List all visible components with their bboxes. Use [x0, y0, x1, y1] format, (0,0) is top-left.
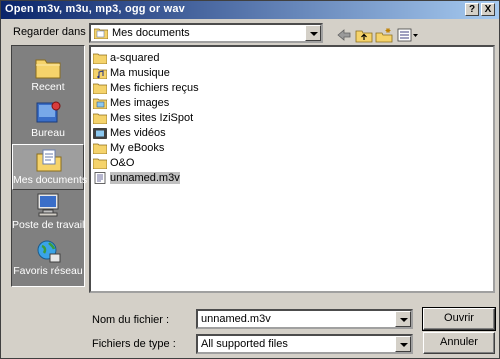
list-item[interactable]: a-squared	[92, 51, 160, 65]
place-label: Mes documents	[13, 174, 88, 186]
file-name: O&O	[110, 157, 135, 169]
my-documents-icon	[35, 147, 63, 173]
folder-icon	[92, 52, 108, 65]
file-name: Ma musique	[110, 67, 170, 79]
list-item[interactable]: Mes vidéos	[93, 126, 166, 140]
list-item[interactable]: My eBooks	[92, 141, 165, 155]
new-folder-icon[interactable]	[375, 27, 393, 43]
place-label: Favoris réseau	[13, 265, 83, 277]
window-title: Open m3v, m3u, mp3, ogg or wav	[5, 3, 186, 15]
file-name: a-squared	[110, 52, 160, 64]
filetype-select[interactable]: All supported files	[196, 334, 413, 354]
file-name: Mes fichiers reçus	[110, 82, 199, 94]
folder-icon	[92, 142, 108, 155]
open-button[interactable]: Ouvrir	[422, 307, 496, 331]
place-recent[interactable]: Recent	[12, 52, 84, 98]
folder-icon	[92, 112, 108, 125]
file-name: Mes sites IziSpot	[110, 112, 194, 124]
folder-icon	[92, 157, 108, 170]
close-button[interactable]: X	[481, 3, 495, 16]
title-bar[interactable]: Open m3v, m3u, mp3, ogg or wav ? X	[1, 1, 499, 19]
filename-value: unnamed.m3v	[201, 313, 271, 325]
file-name: My eBooks	[110, 142, 165, 154]
video-folder-icon	[93, 127, 107, 139]
pictures-folder-icon	[92, 97, 108, 110]
chevron-down-icon[interactable]	[395, 311, 411, 327]
place-my-documents[interactable]: Mes documents	[12, 144, 88, 190]
music-folder-icon	[92, 67, 108, 80]
list-item[interactable]: Mes images	[92, 96, 170, 110]
look-in-dropdown[interactable]: Mes documents	[89, 23, 323, 43]
place-network[interactable]: Favoris réseau	[12, 236, 84, 282]
list-item[interactable]: unnamed.m3v	[93, 171, 180, 185]
recent-folder-icon	[34, 54, 62, 80]
list-item[interactable]: Mes fichiers reçus	[92, 81, 199, 95]
my-computer-icon	[34, 192, 62, 218]
help-button[interactable]: ?	[465, 3, 479, 16]
place-label: Recent	[31, 81, 65, 93]
open-file-dialog: Open m3v, m3u, mp3, ogg or wav ? X Regar…	[0, 0, 500, 359]
file-icon	[93, 172, 107, 184]
network-places-icon	[34, 238, 62, 264]
place-label: Bureau	[31, 127, 65, 139]
filetype-label: Fichiers de type :	[92, 338, 176, 350]
file-name: Mes vidéos	[110, 127, 166, 139]
look-in-label: Regarder dans :	[13, 26, 92, 38]
chevron-down-icon[interactable]	[395, 336, 411, 352]
desktop-icon	[34, 100, 62, 126]
file-list[interactable]: a-squared Ma musique Mes fichiers reçus …	[89, 45, 495, 293]
list-item[interactable]: O&O	[92, 156, 135, 170]
filetype-value: All supported files	[201, 338, 288, 350]
places-bar: Recent Bureau Mes documents Poste de tra…	[11, 45, 88, 287]
cancel-button[interactable]: Annuler	[423, 332, 495, 354]
filename-input[interactable]: unnamed.m3v	[196, 309, 413, 329]
folder-icon	[92, 82, 108, 95]
list-item[interactable]: Ma musique	[92, 66, 170, 80]
look-in-value: Mes documents	[112, 27, 190, 39]
back-arrow-icon[interactable]	[335, 27, 353, 43]
up-folder-icon[interactable]	[355, 27, 373, 43]
filename-label: Nom du fichier :	[92, 314, 170, 326]
file-name: Mes images	[110, 97, 170, 109]
view-menu-icon[interactable]	[397, 27, 419, 43]
list-item[interactable]: Mes sites IziSpot	[92, 111, 194, 125]
my-documents-icon	[93, 27, 109, 40]
place-desktop[interactable]: Bureau	[12, 98, 84, 144]
file-name: unnamed.m3v	[110, 172, 180, 184]
place-label: Poste de travail	[12, 219, 85, 231]
place-my-computer[interactable]: Poste de travail	[12, 190, 84, 236]
chevron-down-icon[interactable]	[305, 25, 321, 41]
